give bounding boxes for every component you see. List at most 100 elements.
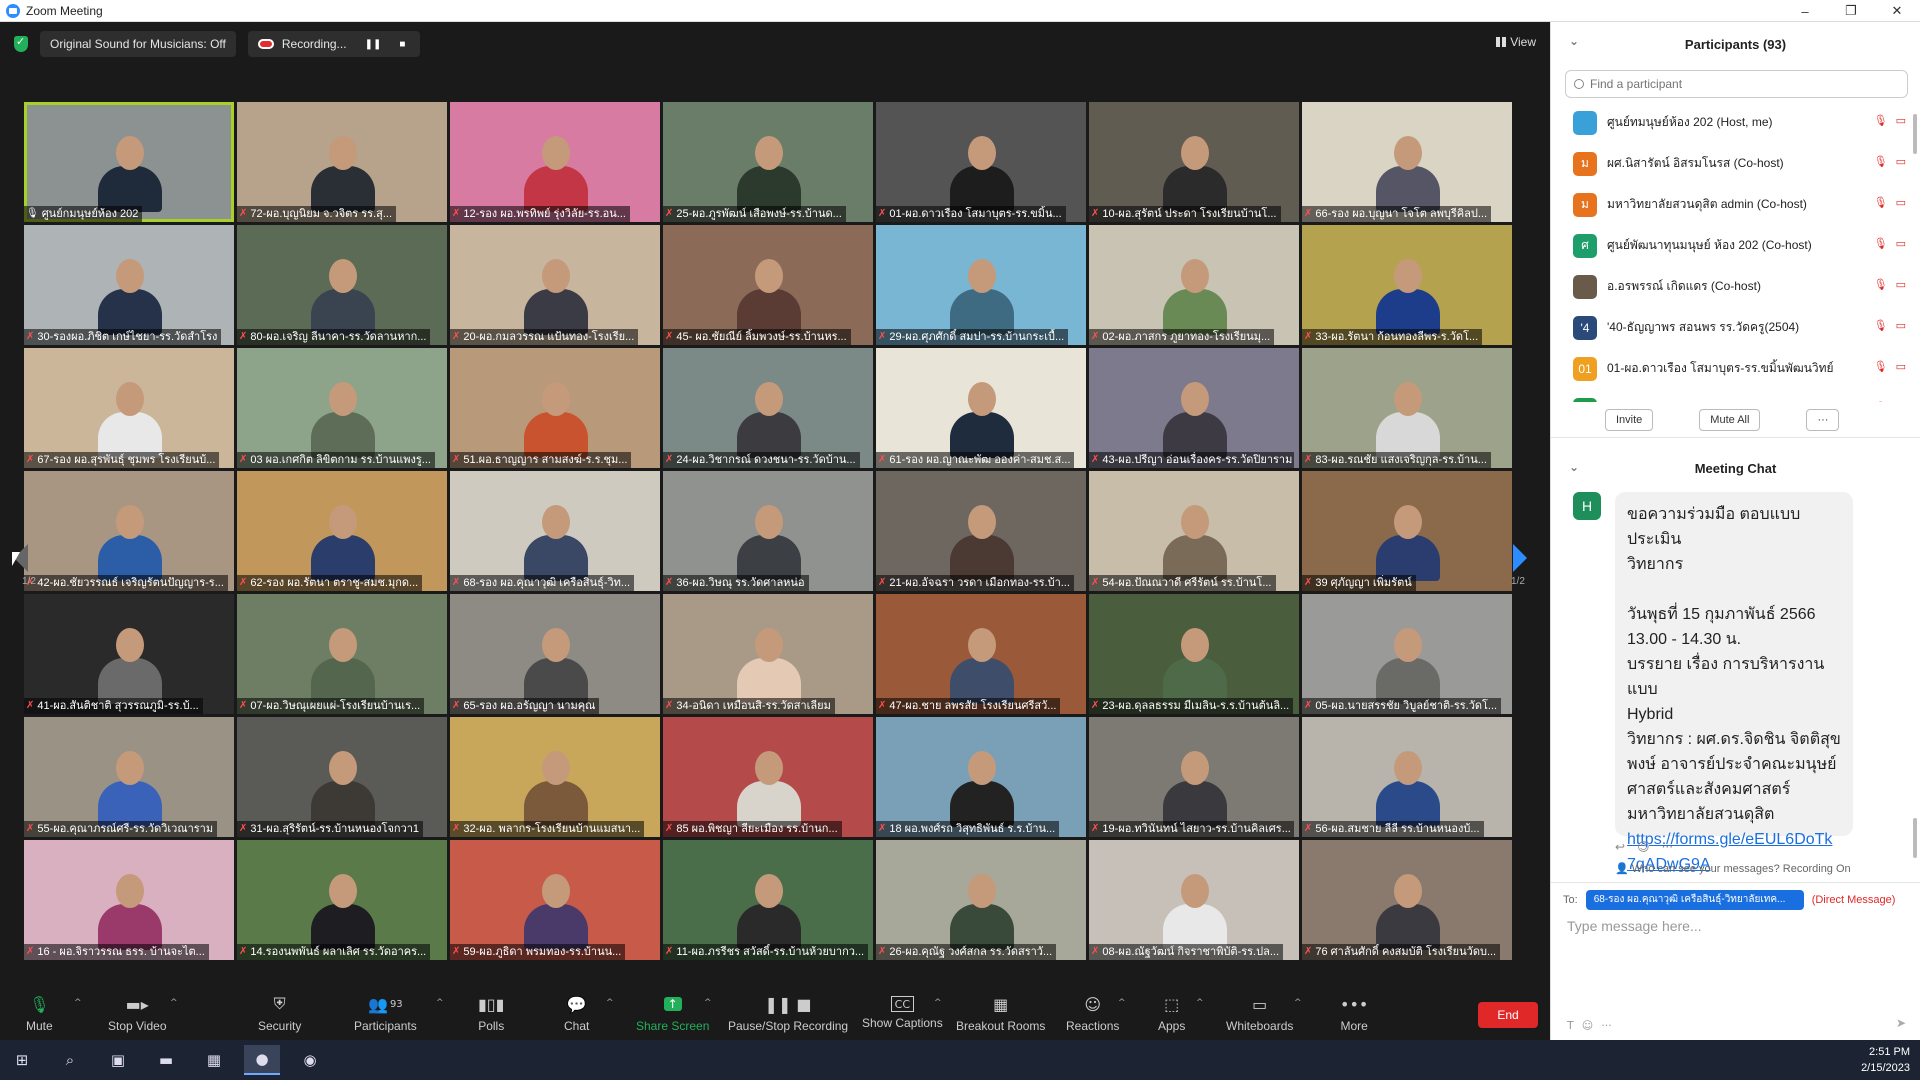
video-tile[interactable]: ✗ 68-รอง ผอ.คุณาวุฒิ เครือสินธุ์-วิท... bbox=[450, 471, 660, 591]
video-tile[interactable]: ✗ 16 - ผอ.จิราวรรณ ธรร. บ้านจะไต... bbox=[24, 840, 234, 960]
video-tile[interactable]: ✗ 62-รอง ผอ.รัตนา ตราชู-สมช.มุกด... bbox=[237, 471, 447, 591]
taskbar-clock[interactable]: 2:51 PM 2/15/2023 bbox=[1861, 1044, 1910, 1076]
video-tile[interactable]: 🎙 ศูนย์กมนุษย์ห้อง 202 bbox=[24, 102, 234, 222]
emoji-reaction-icon[interactable]: ☺ bbox=[1637, 840, 1650, 854]
next-page-button[interactable]: 1/2 bbox=[1505, 532, 1535, 592]
show-captions-button[interactable]: CC Show Captions bbox=[862, 993, 943, 1039]
invite-button[interactable]: Invite bbox=[1605, 408, 1654, 431]
video-tile[interactable]: ✗ 29-ผอ.ศุภศักดิ์ สมปา-รร.บ้านกระเบื้... bbox=[876, 225, 1086, 345]
security-button[interactable]: ⛨ Security bbox=[258, 993, 301, 1039]
share-options-caret[interactable]: ^ bbox=[704, 998, 712, 1008]
chat-button[interactable]: 💬 Chat bbox=[564, 993, 589, 1039]
video-tile[interactable]: ✗ 76 ศาลันศักดิ์ คงสมบัติ โรงเรียนวัดบ... bbox=[1302, 840, 1512, 960]
chat-tools-more-icon[interactable]: ··· bbox=[1601, 1019, 1612, 1032]
recording-app-icon[interactable]: ◉ bbox=[292, 1045, 328, 1075]
participant-search-input[interactable] bbox=[1590, 77, 1890, 91]
emoji-icon[interactable]: ☺ bbox=[1582, 1019, 1593, 1032]
message-more-icon[interactable]: ··· bbox=[1662, 840, 1673, 854]
video-tile[interactable]: ✗ 34-อนิดา เหมือนสิ-รร.วัดสาเลียม bbox=[663, 594, 873, 714]
whiteboards-options-caret[interactable]: ^ bbox=[1294, 998, 1302, 1008]
participant-row[interactable]: มมหาวิทยาลัยสวนดุสิต admin (Co-host) 🎙 ▭ bbox=[1551, 184, 1920, 225]
participant-row[interactable]: '4'40-ธัญญาพร สอนพร รร.วัดครู(2504) 🎙 ▭ bbox=[1551, 307, 1920, 348]
video-tile[interactable]: ✗ 10-ผอ.สุรัตน์ ประดา โรงเรียนบ้านโ... bbox=[1089, 102, 1299, 222]
original-sound-toggle[interactable]: Original Sound for Musicians: Off bbox=[40, 31, 236, 57]
participants-more-button[interactable]: ··· bbox=[1806, 408, 1840, 431]
video-tile[interactable]: ✗ 33-ผอ.รัตนา ก้อนทองลีพร-ร.วัดโ... bbox=[1302, 225, 1512, 345]
participant-row[interactable]: 01 01-ผอ.ดาวเรือง โสมาบุตร-รร.ขมิ้นพัฒนวิ… bbox=[1551, 348, 1920, 389]
view-button[interactable]: View bbox=[1496, 35, 1536, 49]
share-screen-button[interactable]: ↑ Share Screen bbox=[636, 993, 709, 1039]
video-tile[interactable]: ✗ 32-ผอ. พลากร-โรงเรียนบ้านแมสนา... bbox=[450, 717, 660, 837]
video-tile[interactable]: ✗ 42-ผอ.ชัยวรรณธ์ เจริญรัตนปัญญาร-ร... bbox=[24, 471, 234, 591]
video-options-caret[interactable]: ^ bbox=[170, 998, 178, 1008]
video-tile[interactable]: ✗ 21-ผอ.อัจฉรา วรดา เมือกทอง-รร.บ้า... bbox=[876, 471, 1086, 591]
maximize-button[interactable]: ❐ bbox=[1828, 0, 1874, 22]
video-tile[interactable]: ✗ 03 ผอ.เกศกิต ลิขิตกาม รร.บ้านแพงรู... bbox=[237, 348, 447, 468]
polls-button[interactable]: ▮▯▮ Polls bbox=[478, 993, 504, 1039]
stop-recording-button[interactable]: ■ bbox=[399, 39, 405, 50]
video-tile[interactable]: ✗ 61-รอง ผอ.ญาณะพัฒ อองค่า-สมช.ส... bbox=[876, 348, 1086, 468]
video-tile[interactable]: ✗ 02-ผอ.ภาสกร ภูยาทอง-โรงเรียนมุ... bbox=[1089, 225, 1299, 345]
participants-options-caret[interactable]: ^ bbox=[436, 998, 444, 1008]
video-tile[interactable]: ✗ 67-รอง ผอ.สุรพันธุ์ ชุมพร โรงเรียนบ้... bbox=[24, 348, 234, 468]
video-tile[interactable]: ✗ 72-ผอ.บุญนิยม จ.วจิตร รร.สุ... bbox=[237, 102, 447, 222]
whiteboards-button[interactable]: ▭ Whiteboards bbox=[1226, 993, 1293, 1039]
close-button[interactable]: ✕ bbox=[1874, 0, 1920, 22]
video-tile[interactable]: ✗ 65-รอง ผอ.อรัญญา นามคุณ bbox=[450, 594, 660, 714]
participant-row[interactable]: อ.อรพรรณ์ เกิดแดร (Co-host) 🎙 ▭ bbox=[1551, 266, 1920, 307]
participants-button[interactable]: 👥 93 Participants bbox=[354, 993, 417, 1039]
apps-button[interactable]: ⬚ Apps bbox=[1158, 993, 1185, 1039]
message-visibility-info[interactable]: 👤 Who can see your messages? Recording O… bbox=[1615, 862, 1851, 875]
minimize-button[interactable]: – bbox=[1782, 0, 1828, 22]
video-tile[interactable]: ✗ 83-ผอ.รณชัย แสงเจริญกุล-รร.บ้าน... bbox=[1302, 348, 1512, 468]
breakout-rooms-button[interactable]: ▦ Breakout Rooms bbox=[956, 993, 1045, 1039]
zoom-taskbar-icon[interactable]: ● bbox=[244, 1045, 280, 1075]
send-icon[interactable]: ➤ bbox=[1896, 1016, 1906, 1030]
video-tile[interactable]: ✗ 30-รองผอ.ภิชิต เกษ์ไชยา-รร.วัดสำโรง bbox=[24, 225, 234, 345]
stop-video-button[interactable]: ▬▸ Stop Video bbox=[108, 993, 167, 1039]
video-tile[interactable]: ✗ 18 ผอ.พงศ์รถ วิสุทธิพันธ์ ร.ร.บ้าน... bbox=[876, 717, 1086, 837]
reply-icon[interactable]: ↩ bbox=[1615, 840, 1625, 854]
video-tile[interactable]: ✗ 59-ผอ.ภูธิดา พรมทอง-รร.บ้านน... bbox=[450, 840, 660, 960]
video-tile[interactable]: ✗ 80-ผอ.เจริญ ลีนาคา-รร.วัดลานหาก... bbox=[237, 225, 447, 345]
mute-button[interactable]: 🎙 Mute bbox=[26, 993, 53, 1039]
file-explorer-icon[interactable]: ▬ bbox=[148, 1045, 184, 1075]
chat-options-caret[interactable]: ^ bbox=[606, 998, 614, 1008]
apps-options-caret[interactable]: ^ bbox=[1196, 998, 1204, 1008]
format-icon[interactable]: T bbox=[1567, 1019, 1574, 1032]
collapse-participants-icon[interactable]: ⌄ bbox=[1569, 34, 1579, 48]
video-tile[interactable]: ✗ 12-รอง ผอ.พรทิพย์ รุ่งวิลัย-รร.อน... bbox=[450, 102, 660, 222]
video-tile[interactable]: ✗ 39 ศุภัญญา เพิ่มรัตน์ bbox=[1302, 471, 1512, 591]
video-tile[interactable]: ✗ 26-ผอ.คุณัฐ วงศ์สกล รร.วัดสราวั... bbox=[876, 840, 1086, 960]
recipient-dropdown[interactable]: 68-รอง ผอ.คุณาวุฒิ เครือสินธุ์-วิทยาลัยเ… bbox=[1585, 889, 1804, 910]
video-tile[interactable]: ✗ 24-ผอ.วิชากรณ์ ดวงชนา-รร.วัดบ้าน... bbox=[663, 348, 873, 468]
video-tile[interactable]: ✗ 20-ผอ.กมลวรรณ แป้นทอง-โรงเรีย... bbox=[450, 225, 660, 345]
video-tile[interactable]: ✗ 85 ผอ.พิชญา ลียะเมือง รร.บ้านก... bbox=[663, 717, 873, 837]
encryption-shield-icon[interactable] bbox=[14, 35, 28, 52]
participant-list-scrollbar[interactable] bbox=[1913, 114, 1917, 154]
reactions-button[interactable]: ☺ Reactions bbox=[1066, 993, 1119, 1039]
message-input[interactable]: Type message here... bbox=[1567, 918, 1920, 942]
task-view-icon[interactable]: ▣ bbox=[100, 1045, 136, 1075]
captions-options-caret[interactable]: ^ bbox=[934, 998, 942, 1008]
chat-scrollbar[interactable] bbox=[1913, 818, 1917, 858]
participant-row[interactable]: มผศ.นิสารัตน์ อิสรมโนรส (Co-host) 🎙 ▭ bbox=[1551, 143, 1920, 184]
video-tile[interactable]: ✗ 36-ผอ.วิษณุ รร.วัดศาลหน่อ bbox=[663, 471, 873, 591]
windows-start-icon[interactable]: ⊞ bbox=[4, 1045, 40, 1075]
video-tile[interactable]: ✗ 25-ผอ.ภูรพัฒน์ เสือพงษ์-รร.บ้านด... bbox=[663, 102, 873, 222]
video-tile[interactable]: ✗ 05-ผอ.นายสรรชัย วิบูลย์ชาติ-รร.วัดโ... bbox=[1302, 594, 1512, 714]
video-tile[interactable]: ✗ 31-ผอ.สุริรัตน์-รร.บ้านหนองโจกวา1 bbox=[237, 717, 447, 837]
more-button[interactable]: ••• More bbox=[1340, 993, 1368, 1039]
video-tile[interactable]: ✗ 11-ผอ.ภรรีชร สวัสดิ์-รร.บ้านห้วยบากว... bbox=[663, 840, 873, 960]
app-grid-icon[interactable]: ▦ bbox=[196, 1045, 232, 1075]
collapse-chat-icon[interactable]: ⌄ bbox=[1569, 460, 1579, 474]
video-tile[interactable]: ✗ 54-ผอ.ปัณณวาดี ศรีรัตน์ รร.บ้านโ... bbox=[1089, 471, 1299, 591]
video-tile[interactable]: ✗ 55-ผอ.คุณาภรณ์ศรี-รร.วัดวิเวณาราม bbox=[24, 717, 234, 837]
video-tile[interactable]: ✗ 23-ผอ.ดุลลธรรม มีเมลิน-ร.ร.บ้านต้นลิ... bbox=[1089, 594, 1299, 714]
video-tile[interactable]: ✗ 07-ผอ.วิษณุเผยแผ่-โรงเรียนบ้านเร... bbox=[237, 594, 447, 714]
video-tile[interactable]: ✗ 45- ผอ.ชัยณีย์ ลิ้มพวงษ์-รร.บ้านหร... bbox=[663, 225, 873, 345]
video-tile[interactable]: ✗ 47-ผอ.ชาย ลพรสัย โรงเรียนศรีสวั... bbox=[876, 594, 1086, 714]
end-meeting-button[interactable]: End bbox=[1478, 1002, 1538, 1028]
video-tile[interactable]: ✗ 01-ผอ.ดาวเรือง โสมาบุตร-รร.ขมิ้น... bbox=[876, 102, 1086, 222]
participant-row[interactable]: 0 02-ผอ.ภาสกร ภูยาทอง-โรงเรียนมุ่งมาวิทยา… bbox=[1551, 389, 1920, 402]
